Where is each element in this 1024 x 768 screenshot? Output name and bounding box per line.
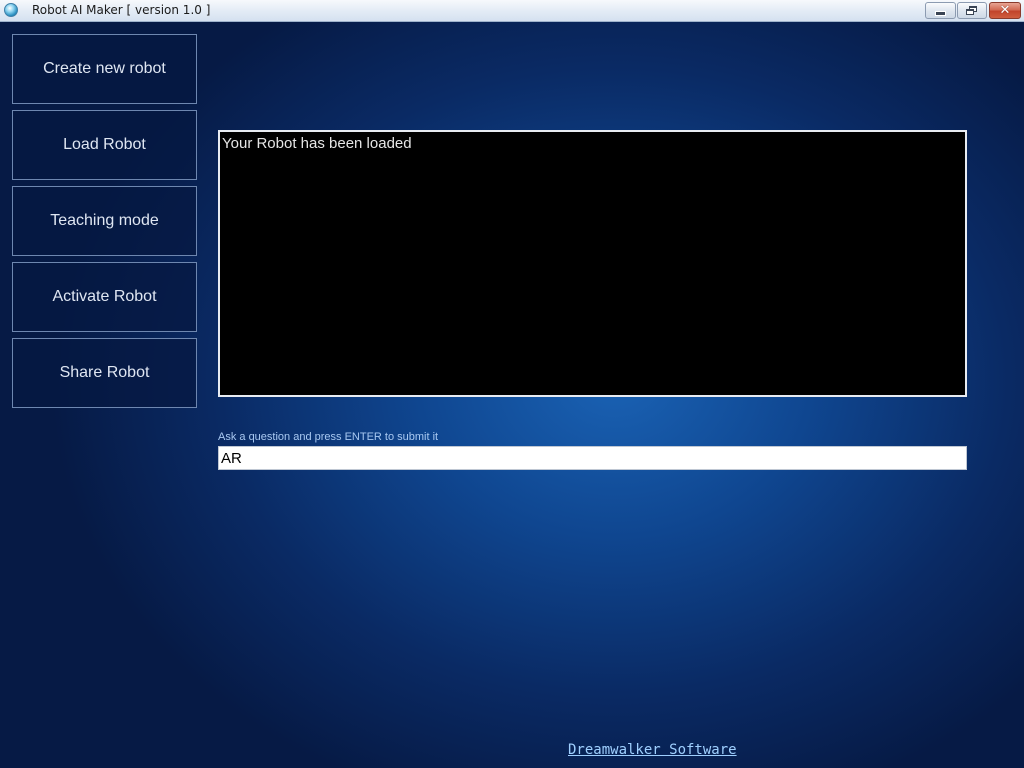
- activate-robot-label: Activate Robot: [52, 288, 157, 305]
- restore-button[interactable]: [957, 2, 987, 19]
- activate-robot-button[interactable]: Activate Robot: [12, 262, 197, 332]
- window-title: Robot AI Maker [ version 1.0 ]: [32, 3, 211, 17]
- minimize-icon: [935, 11, 946, 16]
- minimize-button[interactable]: [925, 2, 956, 19]
- restore-icon: [966, 5, 978, 16]
- dreamwalker-software-link[interactable]: Dreamwalker Software: [568, 742, 737, 758]
- app-icon[interactable]: [4, 3, 18, 17]
- robot-output-display[interactable]: Your Robot has been loaded: [218, 130, 967, 397]
- load-robot-label: Load Robot: [63, 136, 146, 153]
- question-prompt-label: Ask a question and press ENTER to submit…: [218, 431, 439, 443]
- share-robot-label: Share Robot: [59, 364, 150, 381]
- close-button[interactable]: ✕: [989, 2, 1021, 19]
- load-robot-button[interactable]: Load Robot: [12, 110, 197, 180]
- teaching-mode-button[interactable]: Teaching mode: [12, 186, 197, 256]
- title-bar[interactable]: Robot AI Maker [ version 1.0 ] ✕: [0, 0, 1024, 22]
- output-text: Your Robot has been loaded: [222, 135, 412, 152]
- create-new-robot-label: Create new robot: [43, 60, 166, 77]
- share-robot-button[interactable]: Share Robot: [12, 338, 197, 408]
- teaching-mode-label: Teaching mode: [50, 212, 159, 229]
- close-icon: ✕: [999, 3, 1011, 18]
- question-input[interactable]: [218, 446, 967, 470]
- create-new-robot-button[interactable]: Create new robot: [12, 34, 197, 104]
- main-window-client: Create new robot Load Robot Teaching mod…: [0, 22, 1024, 768]
